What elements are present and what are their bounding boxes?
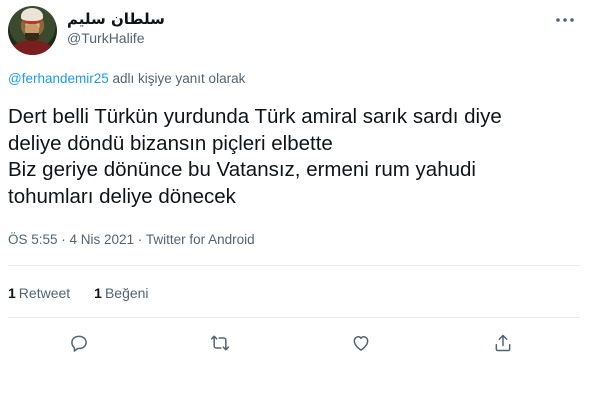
avatar-turban: [21, 8, 43, 24]
share-button[interactable]: [488, 328, 518, 358]
tweet-actions-bar: [0, 328, 589, 358]
divider: [8, 265, 580, 266]
retweet-icon: [210, 335, 230, 351]
more-options-button[interactable]: [548, 8, 582, 32]
tweet-text: Dert belli Türkün yurdunda Türk amiral s…: [8, 105, 502, 208]
more-icon: [556, 18, 574, 22]
meta-separator: ·: [57, 232, 70, 247]
share-icon: [495, 334, 511, 352]
retweets-stat-link[interactable]: 1 Retweet: [8, 285, 70, 301]
divider: [8, 317, 580, 318]
retweets-label: Retweet: [18, 285, 71, 301]
reply-context-suffix: adlı kişiye yanıt olarak: [108, 71, 246, 86]
tweet-stats: 1 Retweet 1 Beğeni: [8, 285, 173, 301]
avatar-beard: [25, 33, 39, 41]
reply-button[interactable]: [64, 328, 94, 358]
tweet-date-link[interactable]: 4 Nis 2021: [70, 232, 135, 247]
retweet-button[interactable]: [205, 328, 235, 358]
avatar[interactable]: [8, 6, 57, 55]
likes-label: Beğeni: [104, 285, 149, 301]
reply-context: @ferhandemir25 adlı kişiye yanıt olarak: [8, 71, 245, 86]
likes-count: 1: [94, 285, 102, 301]
display-name[interactable]: سلطان سليم: [67, 10, 165, 28]
avatar-robe: [12, 40, 52, 55]
reply-icon: [71, 335, 87, 352]
username[interactable]: @TurkHalife: [67, 30, 145, 46]
meta-separator: ·: [134, 232, 146, 247]
tweet-time-link[interactable]: ÖS 5:55: [8, 232, 58, 247]
tweet-meta: ÖS 5:55 · 4 Nis 2021 · Twitter for Andro…: [8, 232, 255, 247]
heart-icon: [353, 336, 369, 351]
tweet-source-link[interactable]: Twitter for Android: [146, 232, 255, 247]
retweets-count: 1: [8, 285, 16, 301]
like-button[interactable]: [346, 328, 376, 358]
reply-mention-link[interactable]: @ferhandemir25: [8, 71, 109, 86]
likes-stat-link[interactable]: 1 Beğeni: [94, 285, 148, 301]
